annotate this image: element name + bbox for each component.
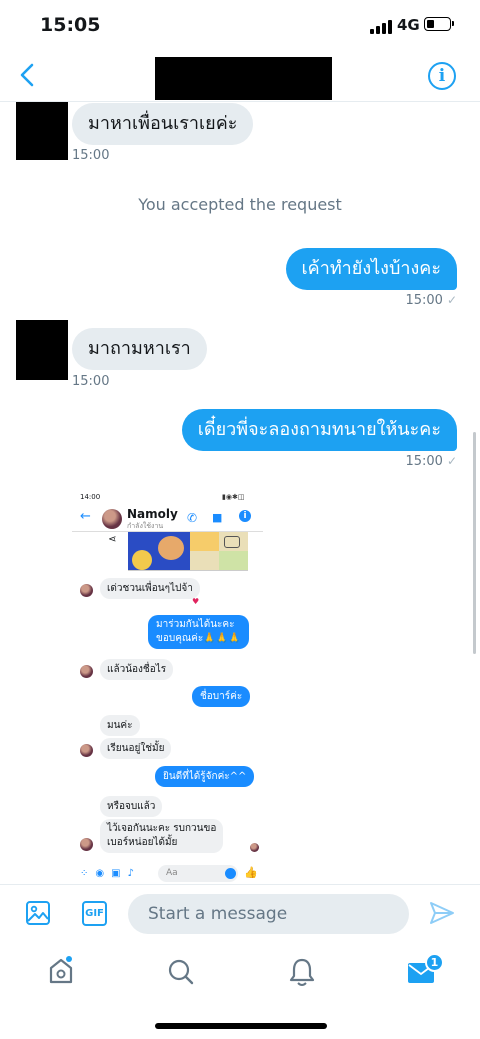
attachment-message-in: แล้วน้องชื่อไร (100, 659, 174, 680)
message-time: 15:00 ✓ (405, 454, 457, 469)
message-bubble-in[interactable]: มาหาเพื่อนเราเยค่ะ (72, 103, 254, 145)
messages-badge: 1 (425, 953, 444, 972)
redacted-avatar (16, 320, 68, 380)
bell-icon[interactable] (288, 957, 316, 987)
attachment-avatar (80, 584, 93, 597)
attachment-message-out: ยินดีที่ได้รู้จักค่ะ^^ (155, 766, 255, 787)
gif-button[interactable]: GIF (82, 901, 107, 926)
attachment-message-in: มนค่ะ (100, 715, 140, 736)
attachment-message-in: ไว้เจอกันนะคะ รบกวนขอ เบอร์หน่อยได้มั้ย (100, 819, 224, 853)
redacted-contact-name (155, 57, 332, 100)
attachment-avatar (80, 838, 93, 851)
share-icon: ⋖ (108, 534, 117, 545)
shared-post-image (190, 532, 248, 570)
system-notice: You accepted the request (138, 195, 342, 214)
attachment-avatar (102, 509, 122, 529)
sent-check-icon: ✓ (446, 454, 457, 468)
shared-post-border (128, 570, 248, 571)
attachment-message-out: มาร่วมกันได้นะคะ ขอบคุณค่ะ🙏🙏🙏 (148, 615, 249, 649)
attachment-read-avatar (250, 843, 259, 852)
message-time: 15:00 (72, 148, 110, 163)
attachment-avatar (80, 744, 93, 757)
search-icon[interactable] (167, 958, 195, 986)
attachment-phone-icon: ✆ (187, 511, 198, 525)
home-icon[interactable] (47, 956, 75, 986)
message-bubble-in[interactable]: มาถามหาเรา (72, 328, 207, 370)
attachment-emoji-icon (225, 868, 236, 879)
heart-reaction-icon: ♥ (192, 597, 200, 606)
attachment-like-icon: 👍 (244, 866, 258, 879)
message-time: 15:00 ✓ (405, 293, 457, 308)
attachment-info-icon: i (239, 510, 251, 522)
attachment-contact-name: Namoly (127, 507, 178, 521)
attachment-back-icon: ← (80, 509, 91, 524)
attachment-video-icon: ■ (212, 511, 223, 524)
attachment-status-time: 14:00 (80, 493, 101, 501)
send-icon[interactable] (428, 900, 456, 926)
battery-icon (424, 17, 454, 31)
status-time: 15:05 (40, 14, 101, 36)
attachment-message-in: เด่วชวนเพื่อนๆไปจ้า (100, 578, 200, 599)
image-attachment[interactable]: 14:00 ▮◉✱◫ ← Namoly กำลังใช้งาน ✆ ■ i ⋖ … (72, 487, 263, 885)
image-icon[interactable] (25, 900, 51, 926)
message-input[interactable]: Start a message (128, 894, 409, 934)
home-indicator[interactable] (155, 1023, 327, 1029)
attachment-composer-icons: ⁘◉▣♪ (80, 868, 141, 879)
redacted-avatar (16, 102, 68, 160)
attachment-message-in: เรียนอยู่ใช่มั้ย (100, 738, 172, 759)
attachment-avatar (80, 665, 93, 678)
signal-icon (370, 20, 392, 34)
sent-check-icon: ✓ (446, 293, 457, 307)
info-icon[interactable]: i (428, 62, 456, 90)
network-type: 4G (397, 16, 420, 34)
scrollbar[interactable] (473, 432, 476, 654)
back-icon[interactable] (16, 62, 40, 88)
message-time: 15:00 (72, 374, 110, 389)
attachment-status-icons: ▮◉✱◫ (222, 493, 245, 501)
message-bubble-out[interactable]: เค้าทำยังไงบ้างคะ (285, 248, 457, 290)
attachment-message-in: หรือจบแล้ว (100, 796, 163, 817)
attachment-message-out: ชื่อบาร์ค่ะ (192, 686, 251, 707)
shared-post-image (128, 532, 190, 570)
message-bubble-out[interactable]: เดี๋ยวพี่จะลองถามทนายให้นะคะ (181, 409, 457, 451)
